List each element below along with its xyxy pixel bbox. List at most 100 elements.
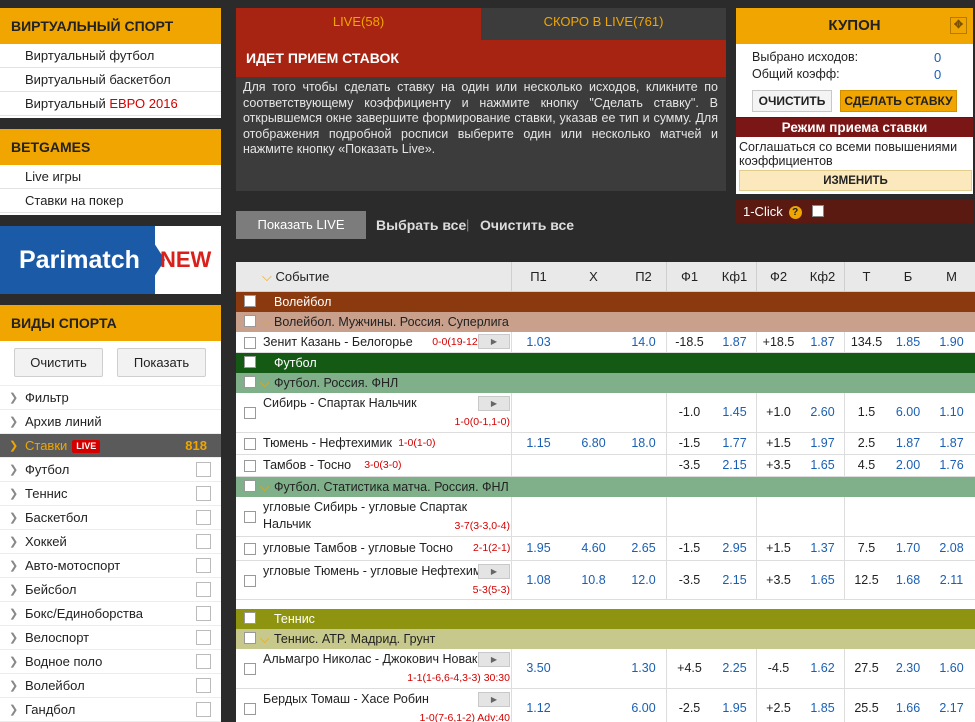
- odds-cell[interactable]: 1.90: [928, 335, 975, 349]
- sport-checkbox[interactable]: [196, 534, 211, 549]
- header-event[interactable]: ⌵ Событие: [262, 262, 502, 292]
- league-row[interactable]: ⌵ Теннис. ATP. Мадрид. Грунт: [236, 629, 975, 649]
- odds-cell[interactable]: 12.0: [621, 573, 666, 587]
- pin-icon[interactable]: ✥: [950, 17, 967, 34]
- header-col-7[interactable]: Кф2: [801, 262, 844, 292]
- odds-cell[interactable]: 1.87: [801, 335, 844, 349]
- virtual-football-link[interactable]: Виртуальный футбол: [0, 44, 221, 68]
- play-video-icon[interactable]: ▶: [478, 692, 510, 707]
- section-checkbox[interactable]: [244, 356, 256, 368]
- event-row[interactable]: Зенит Казань - Белогорье 0-0(19-12) ▶ 1.03 1…: [236, 332, 975, 353]
- odds-cell[interactable]: 1.70: [888, 541, 928, 555]
- odds-cell[interactable]: 1.15: [511, 436, 566, 450]
- odds-cell[interactable]: 1.95: [511, 541, 566, 555]
- sport-item-3[interactable]: ❯ Футбол: [0, 458, 221, 482]
- odds-cell[interactable]: 1.65: [801, 458, 844, 472]
- odds-cell[interactable]: 6.00: [888, 405, 928, 419]
- league-row[interactable]: ⌵ Футбол. Россия. ФНЛ: [236, 373, 975, 393]
- odds-cell[interactable]: 6.80: [566, 436, 621, 450]
- odds-cell[interactable]: 1.77: [713, 436, 756, 450]
- event-name[interactable]: угловые Сибирь - угловые Спартак: [263, 500, 467, 514]
- odds-cell[interactable]: 2.60: [801, 405, 844, 419]
- coupon-clear-button[interactable]: ОЧИСТИТЬ: [752, 90, 832, 112]
- odds-cell[interactable]: 2.00: [888, 458, 928, 472]
- sport-item-7[interactable]: ❯ Авто-мотоспорт: [0, 554, 221, 578]
- sport-section[interactable]: Волейбол: [236, 292, 975, 312]
- select-all-link[interactable]: Выбрать все: [376, 211, 466, 239]
- event-name[interactable]: угловые Тюмень - угловые Нефтехимик: [263, 564, 494, 578]
- play-video-icon[interactable]: ▶: [478, 396, 510, 411]
- event-row[interactable]: Бердых Томаш - Хасе Робин 1-0(7-6,1-2) Ad…: [236, 689, 975, 722]
- event-name[interactable]: Зенит Казань - Белогорье: [263, 335, 413, 349]
- odds-cell[interactable]: 3.50: [511, 661, 566, 675]
- tab-live[interactable]: LIVE(58): [236, 8, 481, 40]
- sport-item-0[interactable]: ❯ Фильтр: [0, 386, 221, 410]
- change-mode-button[interactable]: ИЗМЕНИТЬ: [739, 170, 972, 191]
- virtual-euro-link[interactable]: Виртуальный ЕВРО 2016: [0, 92, 221, 116]
- live-games-link[interactable]: Live игры: [0, 165, 221, 189]
- sport-checkbox[interactable]: [196, 510, 211, 525]
- sport-section[interactable]: Теннис: [236, 609, 975, 629]
- odds-cell[interactable]: 1.85: [888, 335, 928, 349]
- odds-cell[interactable]: 2.15: [713, 573, 756, 587]
- event-name[interactable]: угловые Тамбов - угловые Тосно: [263, 541, 453, 555]
- sport-item-11[interactable]: ❯ Водное поло: [0, 650, 221, 674]
- event-row[interactable]: Альмагро Николас - Джокович Новак 1-1(1-6…: [236, 649, 975, 689]
- event-row[interactable]: угловые Тюмень - угловые Нефтехимик 5-3(5…: [236, 561, 975, 600]
- event-checkbox[interactable]: [244, 407, 256, 419]
- sport-item-10[interactable]: ❯ Велоспорт: [0, 626, 221, 650]
- odds-cell[interactable]: 2.95: [713, 541, 756, 555]
- sport-item-8[interactable]: ❯ Бейсбол: [0, 578, 221, 602]
- event-checkbox[interactable]: [244, 511, 256, 523]
- header-col-9[interactable]: Б: [888, 262, 928, 292]
- event-row[interactable]: Тюмень - Нефтехимик 1-0(1-0) 1.15 6.80 18.0-…: [236, 433, 975, 455]
- odds-cell[interactable]: 1.60: [928, 661, 975, 675]
- odds-cell[interactable]: 2.08: [928, 541, 975, 555]
- sport-item-9[interactable]: ❯ Бокс/Единоборства: [0, 602, 221, 626]
- league-checkbox[interactable]: [244, 376, 256, 388]
- odds-cell[interactable]: 1.97: [801, 436, 844, 450]
- sport-item-6[interactable]: ❯ Хоккей: [0, 530, 221, 554]
- event-checkbox[interactable]: [244, 438, 256, 450]
- event-row[interactable]: Тамбов - Тосно 3-0(3-0) -3.5 2.15 +3.5 1.65 4.…: [236, 455, 975, 477]
- event-checkbox[interactable]: [244, 663, 256, 675]
- event-row[interactable]: угловые Тамбов - угловые Тосно 2-1(2-1) 1.…: [236, 537, 975, 561]
- header-col-6[interactable]: Ф2: [756, 262, 801, 292]
- play-video-icon[interactable]: ▶: [478, 564, 510, 579]
- play-video-icon[interactable]: ▶: [478, 334, 510, 349]
- odds-cell[interactable]: 1.66: [888, 701, 928, 715]
- header-col-1[interactable]: П1: [511, 262, 566, 292]
- odds-cell[interactable]: 1.45: [713, 405, 756, 419]
- league-checkbox[interactable]: [244, 632, 256, 644]
- sports-clear-button[interactable]: Очистить: [14, 348, 103, 377]
- odds-cell[interactable]: 1.68: [888, 573, 928, 587]
- odds-cell[interactable]: 2.25: [713, 661, 756, 675]
- sport-item-1[interactable]: ❯ Архив линий: [0, 410, 221, 434]
- sport-item-13[interactable]: ❯ Гандбол: [0, 698, 221, 722]
- event-checkbox[interactable]: [244, 460, 256, 472]
- league-row[interactable]: ⌵ Футбол. Статистика матча. Россия. ФНЛ: [236, 477, 975, 497]
- sport-checkbox[interactable]: [196, 582, 211, 597]
- odds-cell[interactable]: 1.95: [713, 701, 756, 715]
- odds-cell[interactable]: 1.76: [928, 458, 975, 472]
- odds-cell[interactable]: 1.03: [511, 335, 566, 349]
- sport-checkbox[interactable]: [196, 630, 211, 645]
- sport-checkbox[interactable]: [196, 558, 211, 573]
- header-col-3[interactable]: П2: [621, 262, 666, 292]
- header-col-5[interactable]: Кф1: [713, 262, 756, 292]
- place-bet-button[interactable]: СДЕЛАТЬ СТАВКУ: [840, 90, 957, 112]
- help-icon[interactable]: ?: [788, 206, 802, 219]
- event-row[interactable]: Сибирь - Спартак Нальчик 1-0(0-1,1-0) ▶ -1.…: [236, 393, 975, 433]
- one-click-checkbox[interactable]: [812, 205, 824, 217]
- header-col-10[interactable]: М: [928, 262, 975, 292]
- league-checkbox[interactable]: [244, 480, 256, 492]
- sport-checkbox[interactable]: [196, 678, 211, 693]
- event-name[interactable]: Сибирь - Спартак Нальчик: [263, 396, 417, 410]
- odds-cell[interactable]: 4.60: [566, 541, 621, 555]
- sport-checkbox[interactable]: [196, 702, 211, 717]
- event-row[interactable]: угловые Сибирь - угловые Спартак Нальчик 3…: [236, 497, 975, 537]
- event-name[interactable]: Альмагро Николас - Джокович Новак: [263, 652, 477, 666]
- odds-cell[interactable]: 10.8: [566, 573, 621, 587]
- odds-cell[interactable]: 1.65: [801, 573, 844, 587]
- odds-cell[interactable]: 1.87: [713, 335, 756, 349]
